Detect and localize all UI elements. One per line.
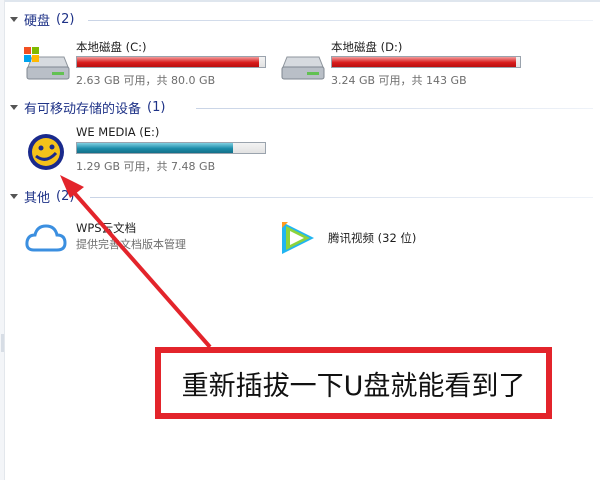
collapse-icon[interactable]: [10, 104, 18, 110]
group-count: (2): [56, 188, 75, 204]
annotation-callout: 重新插拔一下U盘就能看到了: [155, 347, 552, 419]
annotation-text: 重新插拔一下U盘就能看到了: [181, 370, 526, 402]
drive-usage-fill: [77, 143, 233, 153]
pane-splitter[interactable]: [1, 334, 4, 352]
drive-name: 本地磁盘 (D:): [331, 40, 403, 54]
drive-name: 本地磁盘 (C:): [76, 40, 147, 54]
item-description: 提供完善文档版本管理: [76, 238, 186, 251]
drive-space-info: 3.24 GB 可用，共 143 GB: [331, 74, 467, 87]
item-name: WPS云文档: [76, 221, 137, 235]
tencent-video-icon: [282, 222, 314, 254]
group-header-hard-disks[interactable]: 硬盘 (2): [10, 10, 75, 29]
item-name: 腾讯视频 (32 位): [328, 231, 417, 245]
other-item-tencent-video[interactable]: 腾讯视频 (32 位): [276, 218, 506, 258]
drive-usage-fill: [332, 57, 516, 67]
usb-drive-icon: [28, 134, 64, 170]
cloud-icon: [25, 224, 67, 252]
group-divider: [196, 108, 593, 109]
group-title: 有可移动存储的设备: [24, 101, 142, 117]
group-header-removable[interactable]: 有可移动存储的设备 (1): [10, 98, 166, 117]
windows-drive-icon: [24, 47, 70, 80]
drive-item-d[interactable]: 本地磁盘 (D:) 3.24 GB 可用，共 143 GB: [277, 39, 527, 91]
drive-usage-fill: [77, 57, 259, 67]
group-count: (1): [147, 99, 166, 115]
group-header-other[interactable]: 其他 (2): [10, 187, 75, 206]
top-border: [0, 0, 600, 2]
group-divider: [88, 20, 593, 21]
group-count: (2): [56, 11, 75, 27]
collapse-icon[interactable]: [10, 16, 18, 22]
drive-item-e[interactable]: WE MEDIA (E:) 1.29 GB 可用，共 7.48 GB: [22, 125, 272, 177]
drive-usage-bar: [331, 56, 521, 68]
left-pane-edge: [0, 0, 5, 480]
drive-name: WE MEDIA (E:): [76, 125, 160, 139]
group-title: 其他: [24, 190, 51, 206]
hard-drive-icon: [281, 56, 325, 80]
drive-space-info: 1.29 GB 可用，共 7.48 GB: [76, 160, 216, 173]
collapse-icon[interactable]: [10, 193, 18, 199]
group-title: 硬盘: [24, 13, 51, 29]
drive-usage-bar: [76, 56, 266, 68]
drive-usage-bar: [76, 142, 266, 154]
arrow-shaft: [68, 186, 212, 349]
drive-space-info: 2.63 GB 可用，共 80.0 GB: [76, 74, 216, 87]
other-item-wps[interactable]: WPS云文档 提供完善文档版本管理: [24, 220, 254, 260]
group-divider: [90, 197, 593, 198]
drive-item-c[interactable]: 本地磁盘 (C:) 2.63 GB 可用，共 80.0 GB: [22, 39, 272, 91]
